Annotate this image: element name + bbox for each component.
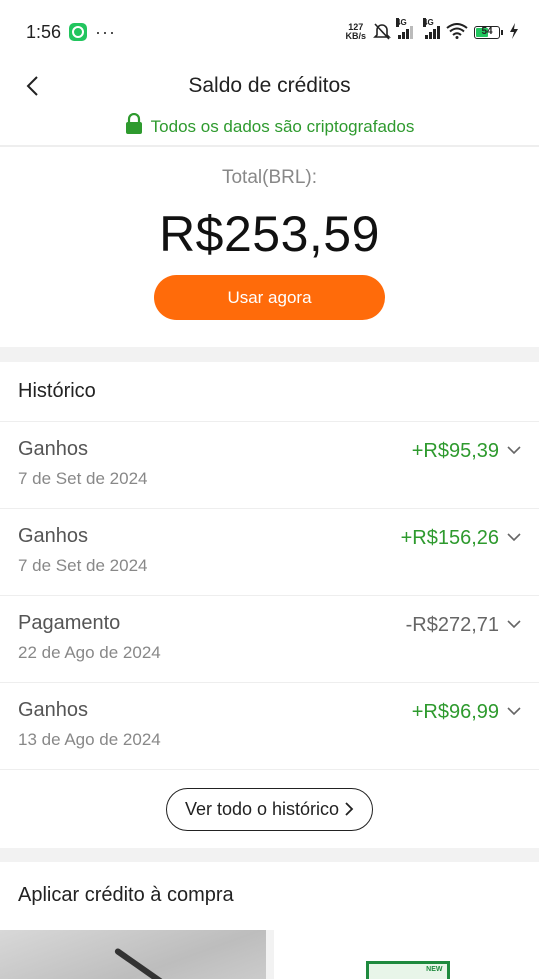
- mute-bell-icon: [372, 21, 392, 44]
- chevron-down-icon[interactable]: [507, 620, 521, 629]
- apply-credit-title: Aplicar crédito à compra: [18, 884, 234, 906]
- product-image: [0, 930, 266, 979]
- transaction-date: 13 de Ago de 2024: [18, 730, 161, 749]
- transaction-date: 7 de Set de 2024: [18, 469, 148, 488]
- history-title: Histórico: [0, 362, 539, 422]
- network-speed: 127 KB/s: [345, 23, 366, 41]
- back-button[interactable]: [18, 72, 46, 100]
- total-amount: R$253,59: [159, 206, 380, 262]
- signal-icon-2: 4G: [423, 18, 440, 39]
- chevron-left-icon: [26, 76, 38, 96]
- page-title: Saldo de créditos: [188, 74, 351, 97]
- app-header: Saldo de créditos: [0, 64, 539, 108]
- transaction-amount: +R$156,26: [400, 527, 499, 549]
- battery-level: 54: [481, 25, 493, 37]
- charging-icon: [509, 22, 519, 42]
- lock-icon: [125, 112, 143, 140]
- secure-notice: Todos os dados são criptografados: [0, 108, 539, 146]
- battery-icon: 54: [474, 25, 503, 39]
- view-all-label: Ver todo o histórico: [184, 798, 340, 819]
- more-notifications-icon: ···: [95, 21, 117, 42]
- signal-icon: 4G: [396, 18, 413, 39]
- transaction-date: 7 de Set de 2024: [18, 556, 148, 575]
- view-all-history-button[interactable]: Ver todo o histórico: [166, 787, 373, 831]
- transaction-amount: -R$272,71: [405, 614, 499, 636]
- network-type-label-2: 4G: [423, 18, 434, 27]
- product-card[interactable]: NEW: [273, 930, 539, 979]
- product-card[interactable]: [0, 930, 266, 979]
- transaction-amount: +R$95,39: [411, 440, 499, 462]
- total-label: Total(BRL):: [221, 167, 318, 188]
- transaction-row[interactable]: Ganhos 13 de Ago de 2024 +R$96,99: [0, 683, 539, 770]
- new-badge: NEW: [426, 966, 443, 973]
- network-speed-unit: KB/s: [345, 31, 366, 41]
- view-all-wrapper: Ver todo o histórico: [0, 770, 539, 848]
- wifi-icon: [446, 22, 468, 42]
- chevron-down-icon[interactable]: [507, 533, 521, 542]
- chevron-right-icon: [345, 802, 354, 816]
- use-now-button[interactable]: Usar agora: [154, 275, 385, 320]
- product-image: NEW: [365, 961, 450, 979]
- apply-credit-section: Aplicar crédito à compra NEW: [0, 862, 539, 979]
- transaction-row[interactable]: Pagamento 22 de Ago de 2024 -R$272,71: [0, 596, 539, 683]
- chevron-down-icon[interactable]: [507, 707, 521, 716]
- status-time: 1:56: [26, 21, 62, 42]
- network-type-label: 4G: [396, 18, 407, 27]
- chevron-down-icon[interactable]: [507, 446, 521, 455]
- balance-card: Total(BRL): R$253,59 Usar agora: [0, 146, 539, 347]
- history-section: Histórico Ganhos 7 de Set de 2024 +R$95,…: [0, 362, 539, 848]
- chat-app-icon: [69, 23, 88, 41]
- status-bar: 1:56 ··· 127 KB/s 4G 4G 54: [0, 0, 539, 64]
- transaction-amount: +R$96,99: [411, 701, 499, 723]
- transaction-date: 22 de Ago de 2024: [18, 643, 161, 662]
- secure-notice-text: Todos os dados são criptografados: [150, 116, 415, 136]
- transaction-row[interactable]: Ganhos 7 de Set de 2024 +R$95,39: [0, 422, 539, 509]
- status-icons: 127 KB/s 4G 4G 54: [345, 18, 519, 44]
- product-grid: NEW: [0, 930, 539, 979]
- transaction-row[interactable]: Ganhos 7 de Set de 2024 +R$156,26: [0, 509, 539, 596]
